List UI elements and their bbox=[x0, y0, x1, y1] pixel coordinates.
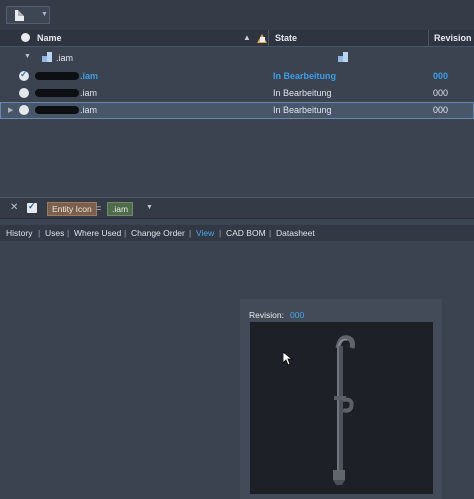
group-label: .iam bbox=[56, 53, 74, 63]
file-name: .iam bbox=[35, 88, 265, 98]
file-revision: 000 bbox=[433, 105, 449, 115]
checked-status-icon bbox=[19, 69, 29, 81]
filter-value-chip[interactable]: .iam bbox=[107, 202, 134, 216]
sort-ascending-icon: ▲ bbox=[243, 33, 251, 42]
toolbar: ▼ bbox=[0, 0, 474, 30]
table-row-selected[interactable]: ▶ .iam In Bearbeitung 000 bbox=[0, 102, 474, 119]
tab-history[interactable]: History bbox=[6, 228, 32, 238]
table-row[interactable]: .iam In Bearbeitung 000 bbox=[0, 68, 474, 85]
group-row[interactable]: ▼ .iam bbox=[0, 49, 474, 67]
expand-triangle-icon[interactable]: ▼ bbox=[24, 53, 31, 60]
model-viewport[interactable] bbox=[250, 322, 433, 494]
column-header-name[interactable]: Name bbox=[37, 33, 62, 43]
file-name: .iam bbox=[35, 105, 265, 115]
revision-label: Revision: bbox=[249, 310, 284, 320]
redacted-name bbox=[35, 89, 79, 97]
tab-change-order[interactable]: Change Order bbox=[131, 228, 185, 238]
tab-where-used[interactable]: Where Used bbox=[74, 228, 121, 238]
column-header-revision[interactable]: Revision bbox=[434, 33, 472, 43]
filter-field-chip[interactable]: Entity Icon bbox=[47, 202, 97, 216]
status-icon bbox=[19, 105, 29, 115]
close-filter-icon[interactable]: ✕ bbox=[10, 202, 18, 213]
filter-enabled-checkbox[interactable] bbox=[27, 201, 37, 213]
file-revision: 000 bbox=[433, 71, 449, 81]
table-row[interactable]: .iam In Bearbeitung 000 bbox=[0, 85, 474, 102]
chevron-down-icon[interactable]: ▼ bbox=[146, 204, 153, 211]
redacted-name bbox=[35, 72, 79, 80]
preview-panel: Revision: 000 bbox=[240, 299, 442, 499]
revision-value: 000 bbox=[290, 310, 305, 320]
new-document-icon bbox=[15, 10, 24, 21]
tab-cad-bom[interactable]: CAD BOM bbox=[226, 228, 266, 238]
status-column-icon[interactable] bbox=[21, 33, 30, 42]
grid-header: Name ▲ State Revision bbox=[0, 30, 474, 47]
mouse-pointer-icon bbox=[283, 352, 293, 366]
redacted-name bbox=[35, 106, 79, 114]
file-state: In Bearbeitung bbox=[273, 88, 332, 98]
status-icon bbox=[19, 88, 29, 98]
tab-datasheet[interactable]: Datasheet bbox=[276, 228, 315, 238]
tab-uses[interactable]: Uses bbox=[45, 228, 64, 238]
file-state: In Bearbeitung bbox=[273, 105, 332, 115]
filter-bar: ✕ Entity Icon = .iam ▼ bbox=[0, 197, 474, 219]
file-name: .iam bbox=[35, 71, 265, 81]
current-row-indicator-icon: ▶ bbox=[8, 107, 14, 114]
assembly-state-icon bbox=[338, 52, 348, 62]
chevron-down-icon: ▼ bbox=[41, 11, 48, 18]
filter-operator: = bbox=[96, 203, 102, 213]
state-column-icon bbox=[257, 34, 267, 43]
detail-tabs: History | Uses | Where Used | Change Ord… bbox=[0, 225, 474, 241]
file-revision: 000 bbox=[433, 88, 449, 98]
file-grid: Name ▲ State Revision ▼ .iam .iam In Bea… bbox=[0, 30, 474, 196]
new-file-dropdown-button[interactable]: ▼ bbox=[6, 6, 50, 24]
column-header-state[interactable]: State bbox=[275, 33, 297, 43]
file-state: In Bearbeitung bbox=[273, 71, 337, 81]
tab-view[interactable]: View bbox=[196, 228, 214, 238]
model-preview-image bbox=[333, 335, 355, 485]
assembly-icon bbox=[42, 52, 52, 62]
